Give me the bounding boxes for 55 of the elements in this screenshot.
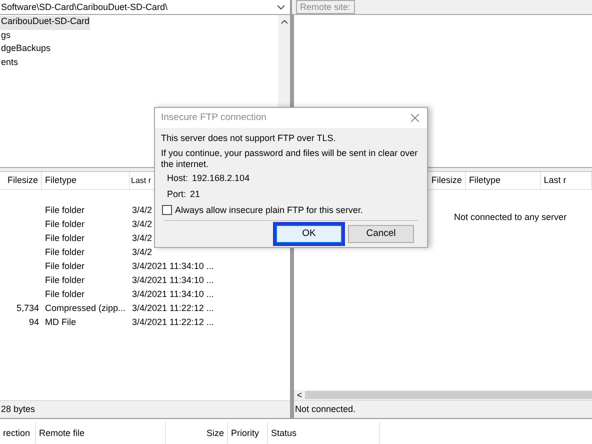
status-text: Not connected. — [294, 400, 592, 418]
table-cell: File folder — [45, 274, 85, 285]
table-cell: 3/4/2 — [132, 204, 152, 215]
field-label: Host: — [167, 173, 188, 184]
field-value: 192.168.2.104 — [192, 173, 250, 184]
checkbox-label[interactable]: Always allow insecure plain FTP for this server. — [175, 204, 363, 216]
checkbox[interactable] — [162, 205, 172, 216]
ok-button[interactable]: OK — [276, 224, 342, 243]
dialog-title: Insecure FTP connection — [161, 112, 266, 124]
table-cell: MD File — [45, 316, 76, 327]
dialog-text: If you continue, your password and files will be sent in clear over the internet. — [161, 148, 419, 170]
scrollbar-thumb[interactable] — [305, 391, 592, 399]
table-cell: File folder — [45, 218, 85, 229]
tree-item[interactable]: CaribouDuet-SD-Card — [0, 16, 90, 30]
table-cell: File folder — [45, 246, 85, 257]
column-header[interactable]: Filetype — [468, 175, 500, 186]
table-cell: 5,734 — [16, 302, 39, 314]
table-cell: 3/4/2021 11:34:10 ... — [132, 288, 214, 299]
scroll-left-button[interactable]: < — [294, 390, 305, 400]
table-cell: File folder — [45, 260, 85, 271]
remote-site-label: Remote site: — [296, 0, 355, 14]
tree-item[interactable]: gs — [0, 30, 11, 43]
dropdown-caret-icon[interactable] — [277, 4, 285, 10]
column-header[interactable]: Filesize — [431, 175, 462, 186]
column-header[interactable]: Priority — [231, 428, 260, 438]
status-text: 28 bytes — [0, 400, 290, 418]
column-header[interactable]: rection — [3, 428, 30, 438]
table-cell: File folder — [45, 232, 85, 243]
table-cell: 3/4/2021 11:22:12 ... — [132, 302, 214, 313]
table-cell: 3/4/2021 11:34:10 ... — [132, 274, 214, 285]
table-cell: 3/4/2 — [132, 232, 152, 243]
dialog-text: This server does not support FTP over TLS. — [161, 133, 337, 144]
column-header[interactable]: Status — [271, 428, 297, 438]
column-header[interactable]: Last r — [131, 176, 152, 186]
table-cell: 3/4/2021 11:22:12 ... — [132, 316, 214, 327]
column-header[interactable]: Remote file — [39, 428, 85, 438]
scroll-up-icon[interactable] — [280, 20, 288, 24]
close-icon[interactable] — [411, 114, 419, 122]
column-header[interactable]: Filetype — [45, 175, 77, 186]
tree-item[interactable]: ents — [0, 56, 18, 70]
field-label: Port: — [167, 189, 186, 200]
column-header[interactable]: Last r — [544, 175, 566, 186]
table-cell: File folder — [45, 204, 85, 215]
column-header[interactable]: Size — [206, 428, 224, 438]
table-cell: Compressed (zipp... — [45, 302, 126, 313]
empty-message: Not connected to any server — [454, 212, 567, 222]
table-cell: File folder — [45, 288, 85, 299]
table-cell: 3/4/2 — [132, 218, 152, 229]
table-cell: 3/4/2 — [132, 246, 152, 257]
column-header[interactable]: Filesize — [7, 175, 38, 186]
cancel-button[interactable]: Cancel — [348, 224, 414, 243]
tree-item[interactable]: dgeBackups — [0, 43, 51, 56]
table-cell: 3/4/2021 11:34:10 ... — [132, 260, 214, 271]
field-value: 21 — [190, 189, 200, 200]
table-cell: 94 — [28, 316, 39, 328]
